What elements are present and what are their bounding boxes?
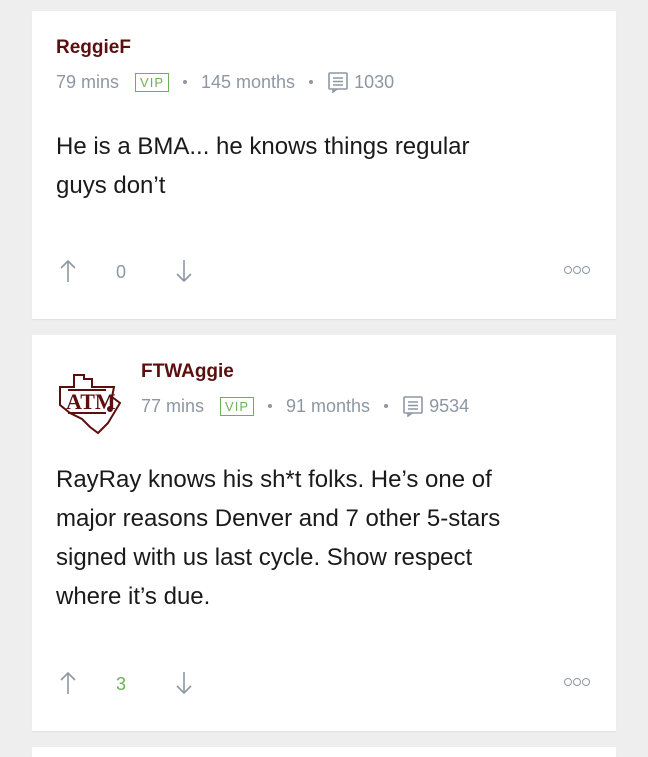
comment-meta: 77 mins VIP 91 months 9534	[141, 395, 469, 417]
arrow-up-icon[interactable]	[58, 670, 78, 696]
comment-time: 77 mins	[141, 395, 205, 416]
more-options-icon[interactable]	[564, 266, 590, 274]
comment-meta: 79 mins VIP 145 months 1030	[56, 71, 394, 93]
comment-actions: 0	[56, 258, 592, 288]
comment-card: ATM FTWAggie 77 mins VIP 91 months 9534 …	[32, 335, 616, 731]
vote-count: 3	[116, 674, 127, 694]
separator-dot	[268, 404, 272, 408]
separator-dot	[183, 80, 187, 84]
comment-card: ReggieF 79 mins VIP 145 months 1030 He i…	[32, 11, 616, 319]
comment-body: He is a BMA... he knows things regular g…	[56, 127, 576, 205]
member-tenure: 145 months	[201, 71, 296, 92]
post-count: 1030	[354, 71, 395, 92]
comment-body-line: major reasons Denver and 7 other 5-stars	[56, 505, 501, 532]
comment-username[interactable]: FTWAggie	[141, 361, 234, 383]
comment-username[interactable]: ReggieF	[56, 37, 131, 59]
comment-body-line: He is a BMA... he knows things regular	[56, 133, 470, 160]
vip-badge: VIP	[220, 396, 254, 416]
more-options-icon[interactable]	[564, 678, 590, 686]
arrow-down-icon[interactable]	[174, 670, 194, 696]
posts-icon	[327, 71, 349, 93]
separator-dot	[309, 80, 314, 84]
avatar[interactable]: ATM	[52, 357, 132, 437]
comment-actions: 3	[56, 670, 592, 700]
comment-body: RayRay knows his sh*t folks. He’s one of…	[56, 460, 576, 616]
posts-icon	[402, 395, 424, 417]
comment-time: 79 mins	[56, 71, 120, 92]
vip-badge: VIP	[135, 72, 169, 92]
arrow-down-icon[interactable]	[174, 258, 194, 284]
comment-body-line: signed with us last cycle. Show respect	[56, 544, 473, 571]
separator-dot	[384, 404, 389, 408]
comment-card	[32, 747, 616, 757]
arrow-up-icon[interactable]	[58, 258, 78, 284]
member-tenure: 91 months	[286, 395, 371, 416]
comment-body-line: RayRay knows his sh*t folks. He’s one of	[56, 466, 492, 493]
comment-body-line: where it’s due.	[56, 583, 211, 610]
comment-body-line: guys don’t	[56, 172, 166, 199]
post-count: 9534	[429, 395, 470, 416]
team-logo-icon: ATM	[59, 374, 122, 435]
vote-count: 0	[116, 262, 127, 282]
